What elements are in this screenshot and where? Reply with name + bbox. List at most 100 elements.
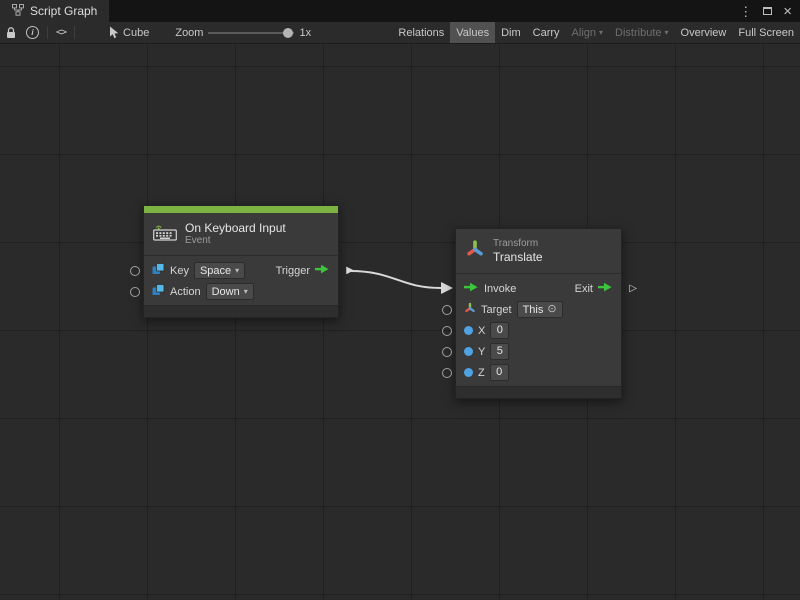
graph-target-label: Cube [123, 27, 149, 39]
toolbar-separator [74, 26, 75, 39]
info-icon[interactable]: i [26, 26, 39, 39]
tab-title: Script Graph [30, 4, 97, 18]
z-row: Z 0 [456, 362, 621, 383]
keyboard-icon [153, 223, 177, 246]
relations-button-label: Relations [398, 27, 444, 39]
zoom-label: Zoom [175, 27, 203, 39]
node-subtitle: Event [185, 235, 286, 247]
action-dropdown[interactable]: Down ▾ [206, 283, 254, 300]
flow-arrow-icon [464, 282, 479, 295]
fullscreen-button[interactable]: Full Screen [732, 22, 800, 43]
distribute-dropdown-button[interactable]: Distribute ▾ [609, 22, 674, 43]
port-label-z: Z [478, 367, 485, 379]
node-title: Translate [493, 250, 543, 264]
fullscreen-button-label: Full Screen [738, 27, 794, 39]
graph-toolbar: i <> Cube Zoom 1x Relations Values Dim C… [0, 22, 800, 44]
action-dropdown-value: Down [212, 286, 240, 298]
flow-arrow-icon [315, 264, 330, 277]
values-button-label: Values [456, 27, 489, 39]
dim-button-label: Dim [501, 27, 521, 39]
port-label-exit: Exit [575, 283, 593, 295]
graph-canvas[interactable]: On Keyboard Input Event Key Space ▾ [0, 44, 800, 600]
node-transform-translate[interactable]: Transform Translate Invoke Exit [455, 228, 622, 399]
zoom-value: 1x [299, 27, 311, 39]
key-dropdown-value: Space [200, 265, 231, 277]
distribute-button-label: Distribute [615, 27, 661, 39]
align-dropdown-button[interactable]: Align ▾ [566, 22, 609, 43]
relations-button[interactable]: Relations [392, 22, 450, 43]
action-row: Action Down ▾ [144, 281, 338, 302]
zoom-slider-knob[interactable] [283, 28, 293, 38]
node-header[interactable]: Transform Translate [456, 229, 621, 274]
port-label-x: X [478, 325, 485, 337]
flow-arrow-icon [598, 282, 613, 295]
port-label-target: Target [481, 304, 512, 316]
port-label-key: Key [170, 265, 189, 277]
overview-button-label: Overview [681, 27, 727, 39]
connection-wire [0, 44, 800, 600]
enum-type-icon [152, 284, 165, 299]
input-port-action[interactable] [130, 287, 140, 297]
z-value-field[interactable]: 0 [490, 364, 509, 381]
dim-button[interactable]: Dim [495, 22, 527, 43]
invoke-row: Invoke Exit ▷ [456, 278, 621, 299]
float-type-icon [464, 347, 473, 356]
x-value-field[interactable]: 0 [490, 322, 509, 339]
float-type-icon [464, 326, 473, 335]
target-object-field[interactable]: This ⊙ [517, 301, 563, 318]
tab-script-graph[interactable]: Script Graph [0, 0, 109, 22]
cursor-icon [109, 26, 119, 39]
target-row: Target This ⊙ [456, 299, 621, 320]
zoom-slider-track [208, 32, 294, 34]
chevron-down-icon: ▾ [244, 288, 248, 296]
edit-script-icon[interactable]: <> [56, 27, 66, 38]
key-dropdown[interactable]: Space ▾ [194, 262, 245, 279]
window-menu-icon[interactable]: ⋮ [739, 5, 752, 18]
target-object-value: This [523, 304, 544, 316]
node-group-label: Transform [493, 238, 543, 250]
zoom-slider[interactable] [208, 27, 294, 39]
node-header[interactable]: On Keyboard Input Event [144, 213, 338, 256]
window-maximize-icon[interactable] [763, 7, 772, 15]
window-close-icon[interactable]: × [783, 4, 792, 19]
overview-button[interactable]: Overview [675, 22, 733, 43]
toolbar-separator [47, 26, 48, 39]
lock-icon[interactable] [6, 26, 16, 39]
node-body: Key Space ▾ Trigger ▶ [144, 256, 338, 305]
input-port-x[interactable] [442, 326, 452, 336]
output-port-exit[interactable]: ▷ [629, 284, 637, 294]
x-row: X 0 [456, 320, 621, 341]
input-port-target[interactable] [442, 305, 452, 315]
node-body: Invoke Exit ▷ [456, 274, 621, 386]
object-picker-icon[interactable]: ⊙ [547, 304, 556, 315]
script-graph-icon [12, 4, 24, 19]
carry-button[interactable]: Carry [527, 22, 566, 43]
key-row: Key Space ▾ Trigger ▶ [144, 260, 338, 281]
y-value-field[interactable]: 5 [490, 343, 509, 360]
chevron-down-icon: ▾ [599, 29, 603, 37]
align-button-label: Align [572, 27, 596, 39]
input-port-key[interactable] [130, 266, 140, 276]
port-label-action: Action [170, 286, 201, 298]
event-accent-bar [144, 206, 338, 213]
node-footer [144, 305, 338, 317]
input-port-z[interactable] [442, 368, 452, 378]
values-button[interactable]: Values [450, 22, 495, 43]
tab-bar: Script Graph ⋮ × [0, 0, 800, 22]
chevron-down-icon: ▾ [665, 29, 669, 37]
node-on-keyboard-input[interactable]: On Keyboard Input Event Key Space ▾ [143, 205, 339, 318]
y-row: Y 5 [456, 341, 621, 362]
float-type-icon [464, 368, 473, 377]
port-label-y: Y [478, 346, 485, 358]
carry-button-label: Carry [533, 27, 560, 39]
port-label-invoke: Invoke [484, 283, 516, 295]
input-port-y[interactable] [442, 347, 452, 357]
toolbar-buttons: Relations Values Dim Carry Align ▾ Distr… [392, 22, 800, 43]
window-controls: ⋮ × [739, 0, 792, 22]
node-footer [456, 386, 621, 398]
node-title: On Keyboard Input [185, 221, 286, 235]
port-label-trigger: Trigger [276, 265, 310, 277]
chevron-down-icon: ▾ [235, 267, 239, 275]
transform-gizmo-icon [465, 239, 485, 264]
output-port-trigger[interactable]: ▶ [346, 266, 354, 276]
